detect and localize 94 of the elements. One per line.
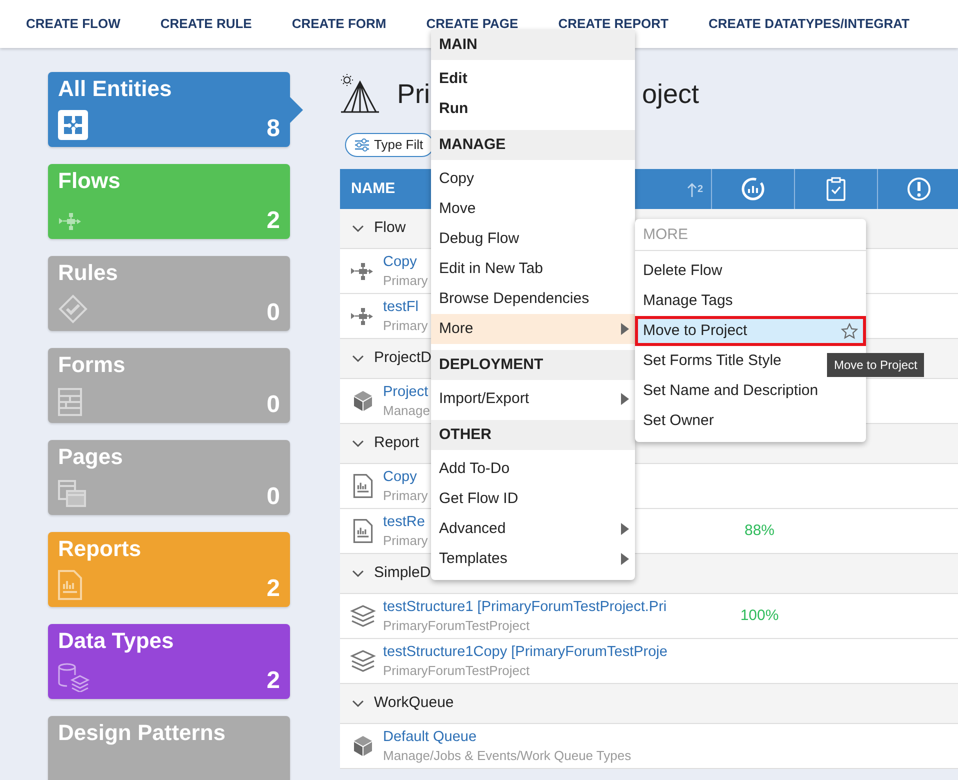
entity-link[interactable]: testRe [383,512,425,532]
tile-count: 2 [266,207,280,235]
star-icon[interactable] [841,323,858,339]
tile-title: Rules [58,259,119,287]
tile-title: Data Types [58,627,175,655]
tile-count: 2 [266,575,280,603]
caret-icon [621,523,629,535]
menu-section-header: DEPLOYMENT [431,350,635,380]
menu-item[interactable]: Move to Project [635,316,866,346]
tile-title: Flows [58,167,122,195]
tile-title: All Entities [58,75,173,103]
group-label: WorkQueue [374,693,454,714]
puzzle-icon [58,110,88,140]
tile-count: 0 [266,391,280,419]
entity-path: Primary [383,486,428,504]
report-icon [58,570,82,600]
menu-section-header: OTHER [431,420,635,450]
chevron-icon[interactable] [352,224,364,232]
menu-item[interactable]: Browse Dependencies [431,284,635,314]
nav-link[interactable]: CREATE FLOW [26,0,120,48]
page-title: Pri [397,78,430,111]
alert-icon[interactable] [907,177,931,201]
entity-path: Manage [383,402,430,420]
entity-link[interactable]: testFl [383,298,418,316]
tile-title: Pages [58,443,124,471]
tent-icon [340,74,380,114]
entity-link[interactable]: Copy [383,468,417,486]
entity-path: PrimaryForumTestProject [383,616,530,634]
menu-item[interactable]: Edit in New Tab [431,254,635,284]
column-header[interactable]: NAME [351,178,396,200]
entity-link[interactable]: Copy [383,252,417,272]
layers-icon [350,605,376,627]
database-icon [58,662,90,692]
menu-section-header: MORE [635,219,866,251]
entity-link[interactable]: testStructure1 [PrimaryForumTestProject.Pri [383,598,667,616]
tooltip: Move to Project [827,353,924,377]
nav-link[interactable]: CREATE FORM [292,0,386,48]
menu-item[interactable]: Import/Export [431,384,635,414]
menu-item[interactable]: Edit [431,64,635,94]
menu-section-header: MANAGE [431,130,635,160]
entity-link[interactable]: Default Queue [383,728,477,746]
tile-count: 0 [266,299,280,327]
menu-item[interactable]: Add To-Do [431,454,635,484]
group-label: Report [374,433,420,454]
score-value: 88% [743,520,776,541]
caret-icon [621,323,629,335]
chevron-icon[interactable] [352,700,364,708]
menu-item[interactable]: Set Owner [635,406,866,436]
tile-count: 8 [266,115,280,143]
tile-title: Forms [58,351,126,379]
tile-count: 2 [266,667,280,695]
pages-icon [58,480,86,508]
menu-item[interactable]: Run [431,94,635,124]
group-label: ProjectD [374,348,432,368]
caret-icon [621,553,629,565]
selection-pointer [289,96,303,124]
menu-item[interactable]: Get Flow ID [431,484,635,514]
clipboard-icon[interactable] [826,177,846,201]
chart-icon[interactable] [741,177,765,201]
entity-link[interactable]: Project [383,382,428,402]
chevron-icon[interactable] [352,440,364,448]
menu-item[interactable]: Move [431,194,635,224]
chevron-icon[interactable] [352,570,364,578]
score-value: 100% [739,606,780,626]
tile-count: 0 [266,483,280,511]
menu-item[interactable]: Debug Flow [431,224,635,254]
caret-icon [621,393,629,405]
layers-icon [350,650,376,672]
tile-title: Reports [58,535,142,563]
category-tile[interactable]: Data Types 2 [48,624,290,699]
menu-item[interactable]: More [431,314,635,344]
group-label: SimpleD [374,563,431,584]
entity-path: PrimaryForumTestProject [383,662,530,680]
tile-title: Design Patterns [58,719,226,747]
menu-item[interactable]: Templates [431,544,635,574]
form-icon [58,388,82,416]
entity-path: Primary [383,272,428,290]
check-diamond-icon [58,294,88,324]
entity-path: Manage/Jobs & Events/Work Queue Types [383,746,632,764]
menu-item[interactable]: Copy [431,164,635,194]
entity-path: Primary [383,316,428,334]
menu-item[interactable]: Manage Tags [635,286,866,316]
entity-path: Primary [383,532,428,550]
menu-item[interactable]: Set Name and Description [635,376,866,406]
nav-link[interactable]: CREATE RULE [160,0,252,48]
chevron-icon[interactable] [352,354,364,362]
page-title: oject [642,78,700,111]
menu-item[interactable]: Delete Flow [635,256,866,286]
group-label: Flow [374,218,406,238]
entity-link[interactable]: testStructure1Copy [PrimaryForumTestProje [383,642,668,662]
menu-item[interactable]: Advanced [431,514,635,544]
sliders-icon [354,138,370,152]
menu-section-header: MAIN [431,30,635,60]
nav-link[interactable]: CREATE DATATYPES/INTEGRAT [708,0,910,48]
